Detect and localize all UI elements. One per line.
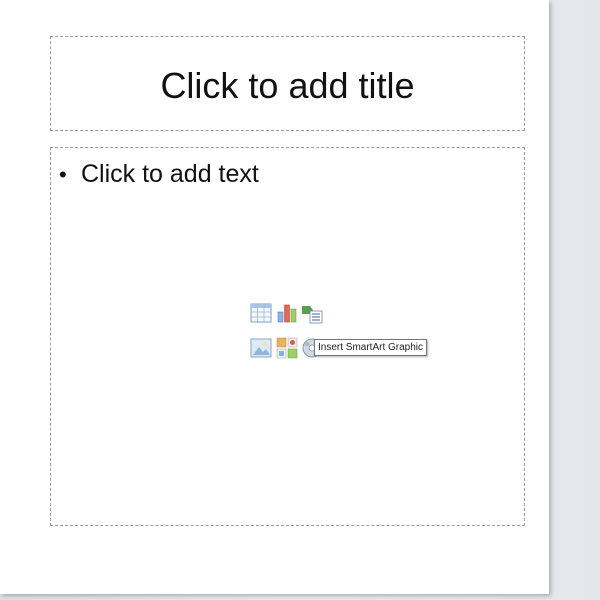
content-placeholder[interactable]: • Click to add text Insert SmartArt Grap… — [50, 147, 525, 526]
insert-picture-icon[interactable] — [250, 337, 272, 359]
insert-table-icon[interactable] — [250, 302, 272, 324]
insert-chart-icon[interactable] — [276, 302, 298, 324]
title-placeholder-text: Click to add title — [160, 65, 415, 106]
title-placeholder[interactable]: Click to add title — [50, 36, 525, 131]
insert-content-icons — [250, 302, 325, 368]
bullet-marker: • — [59, 161, 67, 187]
bullet-row: • Click to add text — [59, 160, 259, 189]
insert-clipart-icon[interactable] — [276, 337, 298, 359]
tooltip: Insert SmartArt Graphic — [314, 339, 428, 356]
insert-smartart-icon[interactable] — [301, 302, 323, 324]
slide-canvas: Click to add title • Click to add text I… — [0, 0, 549, 594]
content-placeholder-text: Click to add text — [81, 160, 259, 188]
